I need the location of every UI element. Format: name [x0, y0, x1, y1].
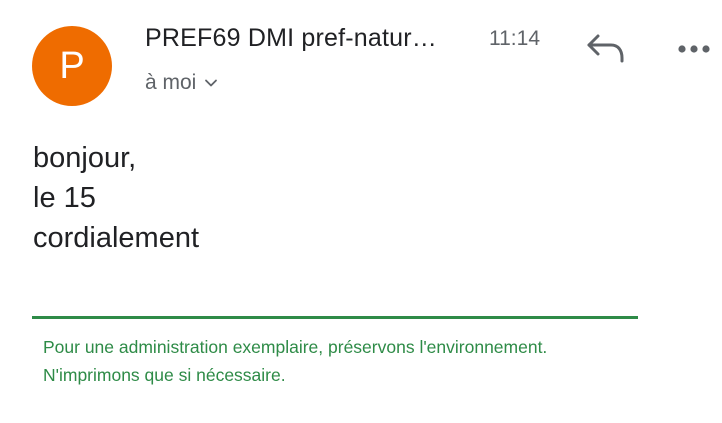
reply-button[interactable]: [584, 30, 628, 66]
body-line: le 15: [33, 182, 96, 214]
chevron-down-icon: [205, 79, 218, 87]
more-options-button[interactable]: [676, 38, 716, 60]
sender-avatar[interactable]: P: [32, 26, 112, 106]
reply-icon: [587, 34, 624, 63]
signature: Pour une administration exemplaire, prés…: [43, 333, 547, 389]
signature-line: Pour une administration exemplaire, prés…: [43, 337, 548, 357]
recipient-label: à moi: [145, 71, 197, 94]
message-body: bonjour, le 15 cordialement: [33, 138, 199, 258]
signature-divider: [32, 316, 638, 319]
body-line: bonjour,: [33, 142, 137, 174]
sender-name[interactable]: PREF69 DMI pref-natur…: [145, 24, 437, 53]
signature-line: N'imprimons que si nécessaire.: [43, 365, 286, 385]
avatar-letter: P: [59, 44, 85, 87]
body-line: cordialement: [33, 222, 200, 254]
message-time: 11:14: [489, 27, 540, 50]
more-options-icon: [678, 45, 710, 53]
recipient-details-toggle[interactable]: à moi: [145, 71, 218, 95]
